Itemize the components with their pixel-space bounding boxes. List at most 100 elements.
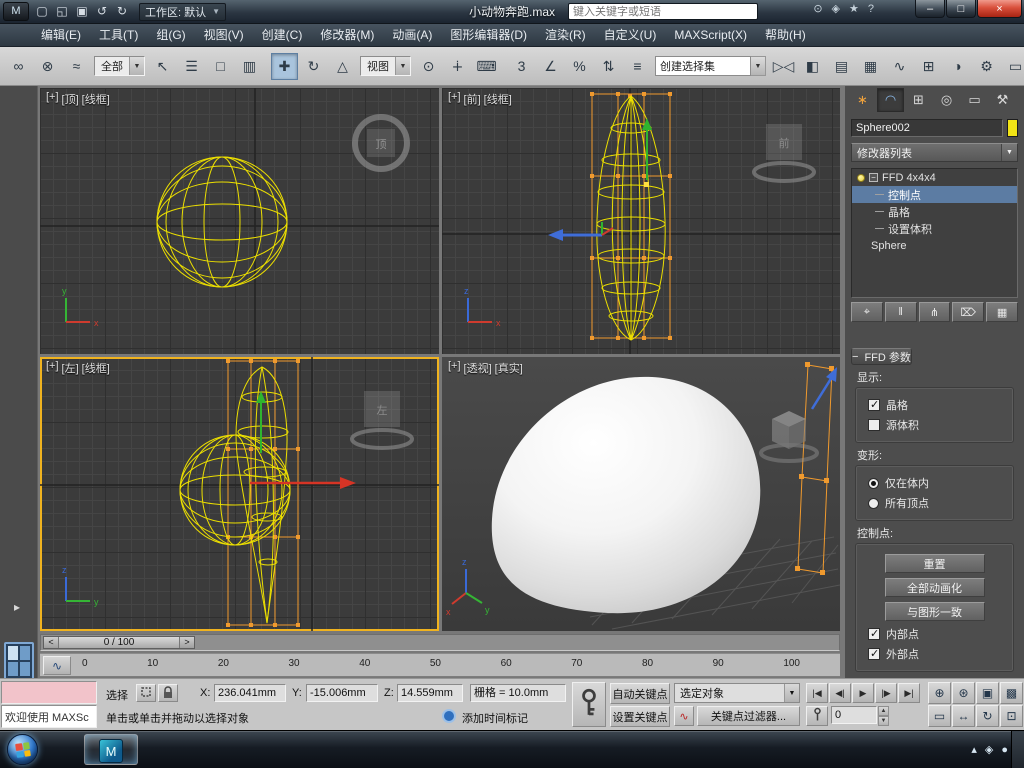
viewport-menu-general[interactable]: [+] [448, 91, 461, 107]
application-menu-button[interactable]: M [3, 2, 29, 21]
viewport-menu-shading[interactable]: [线框] [82, 91, 110, 107]
spinner-snap-toggle[interactable]: ⇅ [595, 53, 622, 80]
bind-to-space-warp-button[interactable]: ≈ [63, 53, 90, 80]
viewport-menu-shading[interactable]: [真实] [495, 360, 523, 376]
viewport-menu-general[interactable]: [+] [46, 91, 59, 107]
inside-points-checkbox[interactable] [868, 627, 880, 640]
start-button[interactable] [7, 734, 38, 765]
menu-item[interactable]: 图形编辑器(D) [441, 24, 536, 46]
close-button[interactable]: × [977, 0, 1022, 18]
next-frame-button[interactable]: |▶ [875, 683, 897, 703]
frame-spinner[interactable]: ▲ ▼ [878, 706, 889, 726]
conform-to-shape-button[interactable]: 与图形一致 [884, 602, 985, 621]
graphite-modeling-toggle[interactable]: ▦ [857, 53, 884, 80]
mirror-button[interactable]: ▷◁ [770, 53, 797, 80]
zoom-button[interactable]: ⊕ [928, 682, 951, 704]
animate-all-button[interactable]: 全部动画化 [884, 578, 985, 597]
menu-item[interactable]: 编辑(E) [32, 24, 90, 46]
play-button[interactable]: ▶ [852, 683, 874, 703]
select-and-scale-button[interactable]: △ [329, 53, 356, 80]
only-in-volume-radio-row[interactable]: 仅在体内 [868, 475, 1013, 491]
y-coordinate-field[interactable] [306, 684, 378, 702]
listener-output-row[interactable]: 欢迎使用 MAXSc [1, 705, 97, 728]
select-and-move-button[interactable]: ✚ [271, 52, 298, 80]
select-object-button[interactable]: ↖ [149, 53, 176, 80]
material-editor-button[interactable]: ◑ [944, 53, 971, 80]
stack-item-lattice[interactable]: 晶格 [852, 203, 1017, 220]
viewport-layout-tabs-arrow[interactable]: ▸ [8, 598, 26, 616]
search-input[interactable] [568, 3, 758, 20]
viewport-top[interactable]: [+] [顶] [线框] 顶 y x [40, 88, 439, 354]
edit-named-selection-sets-button[interactable]: ≡ [624, 53, 651, 80]
previous-frame-arrow[interactable]: < [44, 637, 59, 648]
stack-item-sphere[interactable]: Sphere [852, 237, 1017, 254]
tab-display[interactable]: ▭ [961, 88, 988, 112]
named-selection-sets-combo[interactable]: ▼ [655, 56, 766, 76]
viewport-menu-pov[interactable]: [顶] [62, 91, 79, 107]
tab-hierarchy[interactable]: ⊞ [905, 88, 932, 112]
time-slider-handle[interactable]: < 0 / 100 > [43, 636, 195, 649]
tab-modify[interactable]: ◠ [877, 88, 904, 112]
selection-set-dropdown[interactable]: 选定对象 ▼ [674, 683, 800, 703]
show-hidden-icons-button[interactable]: ▴ [971, 743, 977, 756]
favorites-icon[interactable]: ★ [849, 2, 859, 15]
all-vertices-radio-row[interactable]: 所有顶点 [868, 495, 1013, 511]
lightbulb-icon[interactable] [857, 173, 865, 182]
new-file-button[interactable]: ▢ [32, 2, 52, 21]
menu-item[interactable]: 渲染(R) [536, 24, 595, 46]
zoom-extents-button[interactable]: ▣ [976, 682, 999, 704]
key-filters-button[interactable]: 关键点过滤器... [697, 706, 800, 726]
pin-stack-button[interactable]: ⌖ [851, 302, 883, 322]
outside-points-checkbox-row[interactable]: 外部点 [868, 646, 1013, 662]
source-volume-checkbox-row[interactable]: 源体积 [868, 417, 1013, 433]
stack-item-control-points[interactable]: 控制点 [852, 186, 1017, 203]
next-frame-arrow[interactable]: > [179, 637, 194, 648]
current-frame-field[interactable] [831, 706, 877, 724]
ffd-parameters-rollout-header[interactable]: − FFD 参数 [851, 348, 912, 365]
tray-network-icon[interactable]: ◈ [985, 743, 993, 756]
tab-create[interactable]: ∗ [849, 88, 876, 112]
listener-macro-row[interactable] [1, 681, 97, 704]
set-key-mode-toggle[interactable]: 设置关键点 [610, 706, 670, 727]
viewport-perspective[interactable]: [+] [透视] [真实] z x y [442, 357, 840, 631]
select-and-manipulate-button[interactable]: ∔ [444, 53, 471, 80]
auto-key-toggle[interactable]: 自动关键点 [610, 683, 670, 704]
toggle-layer-explorer-button[interactable]: ▤ [828, 53, 855, 80]
previous-frame-button[interactable]: ◀| [829, 683, 851, 703]
viewport-menu-shading[interactable]: [线框] [82, 360, 110, 376]
maxscript-mini-listener[interactable]: 欢迎使用 MAXSc [1, 681, 97, 729]
tab-utilities[interactable]: ⚒ [989, 88, 1016, 112]
unlink-selection-button[interactable]: ⊗ [34, 53, 61, 80]
viewport-left[interactable]: [+] [左] [线框] 左 z y [40, 357, 439, 631]
reset-button[interactable]: 重置 [884, 554, 985, 573]
percent-snap-toggle[interactable]: % [566, 53, 593, 80]
menu-item[interactable]: 组(G) [147, 24, 194, 46]
schematic-view-button[interactable]: ⊞ [915, 53, 942, 80]
select-and-link-button[interactable]: ∞ [5, 53, 32, 80]
remove-modifier-button[interactable]: ⌦ [952, 302, 985, 322]
all-vertices-radio[interactable] [868, 497, 879, 509]
outside-points-checkbox[interactable] [868, 647, 880, 660]
named-selection-sets-input[interactable] [655, 56, 751, 76]
source-volume-checkbox[interactable] [868, 419, 880, 431]
minimize-button[interactable]: – [915, 0, 945, 18]
object-name-field[interactable] [851, 119, 1003, 137]
stack-item-set-volume[interactable]: 设置体积 [852, 220, 1017, 237]
viewport-menu-pov[interactable]: [透视] [464, 360, 492, 376]
viewport-menu-pov[interactable]: [前] [464, 91, 481, 107]
set-keys-button[interactable] [572, 682, 606, 727]
show-desktop-button[interactable] [1011, 731, 1024, 768]
tray-message-icon[interactable]: ● [1001, 744, 1008, 756]
orbit-button[interactable]: ↻ [976, 705, 999, 727]
x-coordinate-field[interactable] [214, 684, 286, 702]
go-to-end-button[interactable]: ▶| [898, 683, 920, 703]
pan-view-button[interactable]: ↔ [952, 705, 975, 727]
add-time-tag[interactable]: 添加时间标记 [462, 710, 528, 726]
snaps-toggle[interactable]: 3 [508, 53, 535, 80]
maximize-viewport-toggle[interactable]: ⊡ [1000, 705, 1023, 727]
track-bar[interactable]: ∿ 0 10 20 30 40 50 60 70 80 90 100 [40, 653, 840, 677]
communication-center-icon[interactable]: ◈ [832, 2, 840, 15]
menu-item[interactable]: 动画(A) [383, 24, 441, 46]
reference-coordinate-system-dropdown[interactable]: 视图 ▼ [360, 56, 411, 76]
save-file-button[interactable]: ▣ [72, 2, 92, 21]
